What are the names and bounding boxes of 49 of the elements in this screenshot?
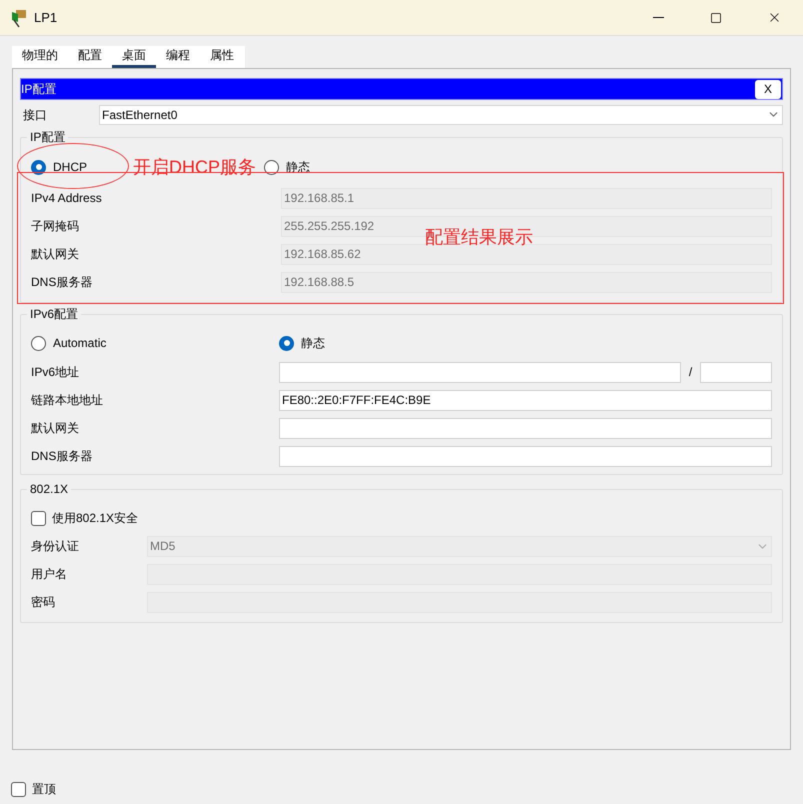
- field-value: 192.168.85.62: [284, 246, 361, 263]
- checkbox-label: 使用802.1X安全: [52, 510, 138, 527]
- tab[interactable]: 属性: [200, 46, 244, 68]
- input-field[interactable]: [279, 362, 681, 382]
- tab[interactable]: 物理的: [12, 46, 68, 68]
- group-title: IP配置: [27, 129, 68, 145]
- radio-label: DHCP: [53, 159, 88, 176]
- field-label: IPv4 Address: [31, 190, 103, 207]
- field-label: 默认网关: [31, 246, 80, 263]
- field-label: 子网掩码: [31, 218, 80, 235]
- input-field[interactable]: FE80::2E0:F7FF:FE4C:B9E: [279, 390, 772, 410]
- field-label: 接口: [22, 106, 48, 124]
- tab[interactable]: 编程: [156, 46, 200, 68]
- field-label: IPv6地址: [31, 364, 80, 381]
- input-field[interactable]: [279, 446, 772, 466]
- checkbox[interactable]: [11, 782, 26, 796]
- field-label: 密码: [31, 594, 56, 611]
- field-label: DNS服务器: [31, 448, 94, 465]
- field-label: 默认网关: [31, 420, 80, 437]
- input-field[interactable]: [279, 418, 772, 438]
- prefix-field[interactable]: [700, 362, 772, 382]
- app-icon: [10, 8, 28, 28]
- prefix-separator: /: [688, 364, 694, 381]
- minimize-icon: [652, 17, 664, 18]
- maximize-icon: [710, 12, 722, 24]
- field-label: 身份认证: [31, 538, 80, 555]
- radio-label: Automatic: [53, 335, 106, 352]
- field-label: DNS服务器: [31, 274, 94, 291]
- interface-dropdown[interactable]: FastEthernet0: [99, 104, 783, 124]
- close-button[interactable]: X: [755, 80, 781, 98]
- field-value: 192.168.85.1: [284, 190, 354, 207]
- field-value: 255.255.255.192: [284, 218, 374, 235]
- checkbox[interactable]: [31, 510, 46, 526]
- radio-label: 静态: [301, 335, 325, 352]
- field-value: MD5: [150, 538, 176, 555]
- checkbox-label: 置顶: [32, 781, 56, 798]
- window-title: LP1: [34, 8, 58, 27]
- radio-button[interactable]: [31, 160, 46, 174]
- panel-title: IP配置: [21, 81, 56, 98]
- tab[interactable]: 配置: [68, 46, 112, 68]
- radio-button[interactable]: [279, 336, 294, 350]
- radio-button[interactable]: [264, 160, 280, 174]
- radio-button[interactable]: [31, 336, 46, 350]
- field-value: FE80::2E0:F7FF:FE4C:B9E: [282, 392, 431, 409]
- group-title: IPv6配置: [27, 306, 82, 322]
- field-label: 链路本地地址: [31, 392, 104, 409]
- tab[interactable]: 桌面: [112, 46, 156, 68]
- field-label: 用户名: [31, 566, 68, 583]
- field-value: 192.168.88.5: [284, 274, 354, 291]
